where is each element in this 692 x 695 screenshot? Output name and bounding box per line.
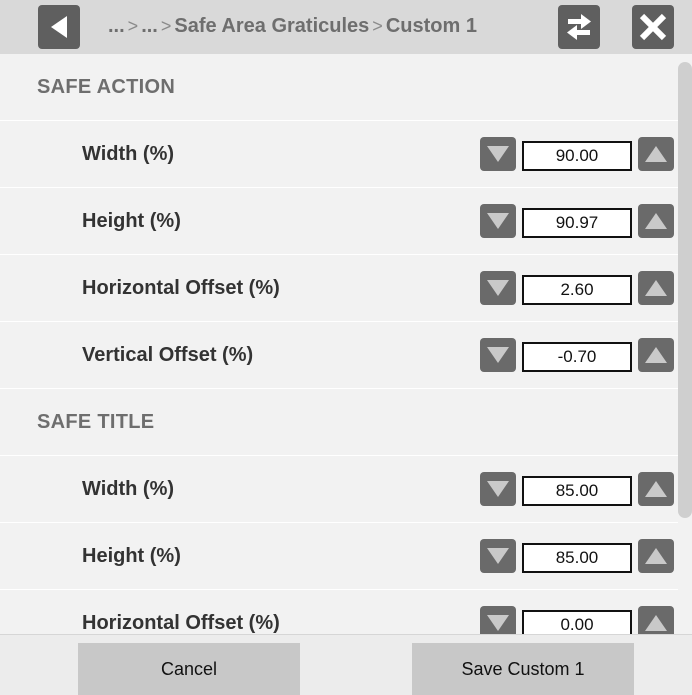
- triangle-up-icon: [645, 213, 667, 229]
- close-button[interactable]: [632, 5, 674, 49]
- swap-button[interactable]: [558, 5, 600, 49]
- value-field[interactable]: 90.00: [522, 141, 632, 171]
- close-x-icon: [639, 13, 667, 41]
- value-field[interactable]: 90.97: [522, 208, 632, 238]
- breadcrumb-separator: >: [372, 16, 383, 36]
- setting-row-safe-action-vertical-offset: Vertical Offset (%) -0.70: [0, 322, 678, 389]
- setting-label: Horizontal Offset (%): [82, 277, 280, 299]
- setting-label: Height (%): [82, 545, 181, 567]
- breadcrumb-item[interactable]: ...: [108, 15, 125, 37]
- triangle-up-icon: [645, 146, 667, 162]
- back-button[interactable]: [38, 5, 80, 49]
- value-field[interactable]: -0.70: [522, 342, 632, 372]
- setting-row-safe-action-height: Height (%) 90.97: [0, 188, 678, 255]
- increment-button[interactable]: [638, 472, 674, 506]
- value-field[interactable]: 0.00: [522, 610, 632, 634]
- setting-row-safe-action-width: Width (%) 90.00: [0, 121, 678, 188]
- setting-row-safe-title-height: Height (%) 85.00: [0, 523, 678, 590]
- breadcrumb-current: Custom 1: [385, 15, 477, 37]
- footer-bar: Cancel Save Custom 1: [0, 634, 692, 695]
- decrement-button[interactable]: [480, 204, 516, 238]
- setting-label: Height (%): [82, 210, 181, 232]
- value-field[interactable]: 2.60: [522, 275, 632, 305]
- scrollbar[interactable]: [678, 62, 692, 518]
- decrement-button[interactable]: [480, 271, 516, 305]
- decrement-button[interactable]: [480, 137, 516, 171]
- settings-list[interactable]: SAFE ACTION Width (%) 90.00 Height (%) 9…: [0, 54, 678, 634]
- triangle-down-icon: [487, 146, 509, 162]
- triangle-down-icon: [487, 615, 509, 631]
- decrement-button[interactable]: [480, 472, 516, 506]
- increment-button[interactable]: [638, 271, 674, 305]
- triangle-up-icon: [645, 347, 667, 363]
- setting-row-safe-title-horizontal-offset: Horizontal Offset (%) 0.00: [0, 590, 678, 634]
- swap-arrows-icon: [567, 14, 591, 40]
- triangle-down-icon: [487, 347, 509, 363]
- save-custom-button[interactable]: Save Custom 1: [412, 643, 634, 695]
- triangle-up-icon: [645, 615, 667, 631]
- breadcrumb-separator: >: [160, 16, 172, 36]
- title-bar: ... >... > Safe Area Graticules > Custom 1: [0, 0, 692, 54]
- breadcrumb-separator: >: [127, 16, 139, 36]
- increment-button[interactable]: [638, 204, 674, 238]
- decrement-button[interactable]: [480, 338, 516, 372]
- setting-label: Width (%): [82, 478, 175, 500]
- section-header-safe-title: SAFE TITLE: [0, 389, 678, 456]
- increment-button[interactable]: [638, 137, 674, 171]
- section-header-safe-action: SAFE ACTION: [0, 54, 678, 121]
- back-arrow-icon: [51, 16, 67, 38]
- triangle-down-icon: [487, 213, 509, 229]
- cancel-button[interactable]: Cancel: [78, 643, 300, 695]
- increment-button[interactable]: [638, 338, 674, 372]
- breadcrumb: ... >... > Safe Area Graticules > Custom 1: [108, 0, 477, 54]
- breadcrumb-item[interactable]: Safe Area Graticules: [174, 15, 369, 37]
- triangle-down-icon: [487, 548, 509, 564]
- setting-row-safe-action-horizontal-offset: Horizontal Offset (%) 2.60: [0, 255, 678, 322]
- increment-button[interactable]: [638, 606, 674, 634]
- decrement-button[interactable]: [480, 606, 516, 634]
- triangle-up-icon: [645, 280, 667, 296]
- decrement-button[interactable]: [480, 539, 516, 573]
- breadcrumb-item[interactable]: ...: [141, 15, 158, 37]
- setting-label: Vertical Offset (%): [82, 344, 254, 366]
- value-field[interactable]: 85.00: [522, 476, 632, 506]
- increment-button[interactable]: [638, 539, 674, 573]
- value-field[interactable]: 85.00: [522, 543, 632, 573]
- setting-row-safe-title-width: Width (%) 85.00: [0, 456, 678, 523]
- triangle-down-icon: [487, 280, 509, 296]
- setting-label: Horizontal Offset (%): [82, 612, 280, 634]
- triangle-up-icon: [645, 481, 667, 497]
- triangle-up-icon: [645, 548, 667, 564]
- setting-label: Width (%): [82, 143, 175, 165]
- triangle-down-icon: [487, 481, 509, 497]
